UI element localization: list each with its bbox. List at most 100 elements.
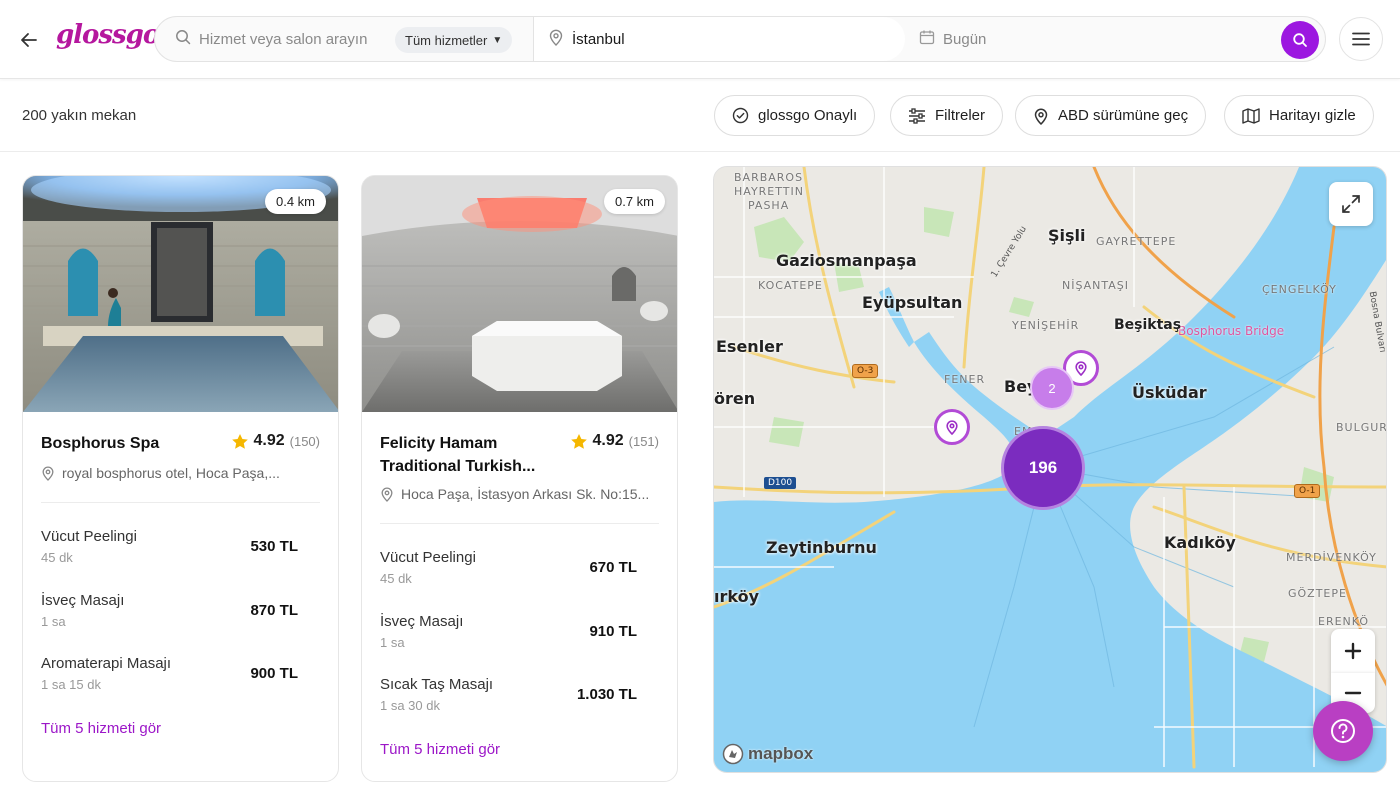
cluster-marker-large[interactable]: 196 (1001, 426, 1085, 510)
location-pin-icon (548, 28, 564, 51)
check-circle-icon (732, 107, 749, 124)
map-label: YENİŞEHİR (1012, 319, 1080, 332)
cluster-marker-small[interactable]: 2 (1030, 366, 1074, 410)
listing-name[interactable]: Felicity Hamam Traditional Turkish... (380, 432, 570, 478)
distance-badge: 0.4 km (264, 189, 326, 214)
rating-value: 4.92 (592, 432, 624, 449)
service-row[interactable]: İsveç Masajı 1 sa 870 TL (41, 592, 298, 636)
service-row[interactable]: Vücut Peelingi 45 dk 670 TL (380, 549, 637, 593)
road-shield: O-1 (1294, 484, 1321, 498)
map-label: Eyüpsultan (862, 293, 963, 312)
map-label: ırköy (714, 587, 760, 606)
location-pin-icon (946, 420, 958, 435)
region-switch-button[interactable]: ABD sürümüne geç (1015, 95, 1207, 136)
service-search-segment[interactable]: Hizmet veya salon arayın Tüm hizmetler ▼ (155, 17, 533, 61)
map-label: Beşiktaş (1114, 317, 1182, 333)
service-row[interactable]: İsveç Masajı 1 sa 910 TL (380, 613, 637, 657)
date-input[interactable]: Bugün (943, 31, 986, 48)
service-category-dropdown[interactable]: Tüm hizmetler ▼ (395, 27, 513, 53)
distance-badge: 0.7 km (603, 189, 665, 214)
hamburger-icon (1352, 32, 1370, 46)
search-button[interactable] (1281, 21, 1319, 59)
see-all-services-link[interactable]: Tüm 5 hizmeti gör (41, 720, 161, 737)
hide-map-button[interactable]: Haritayı gizle (1224, 95, 1374, 136)
fullscreen-button[interactable] (1329, 182, 1373, 226)
expand-icon (1342, 195, 1360, 213)
zoom-in-button[interactable] (1331, 629, 1375, 673)
map-label: GÖZTEPE (1288, 587, 1347, 600)
review-count: (151) (628, 433, 659, 449)
star-icon (570, 433, 587, 449)
service-price: 870 TL (250, 602, 298, 619)
mapbox-wordmark: mapbox (748, 744, 814, 763)
map-icon (1242, 107, 1260, 124)
see-all-services-link[interactable]: Tüm 5 hizmeti gör (380, 741, 500, 758)
rating: 4.92 (151) (570, 432, 659, 450)
verified-filter-button[interactable]: glossgo Onaylı (714, 95, 876, 136)
map-label: ERENKÖ (1318, 615, 1370, 628)
listing-name[interactable]: Bosphorus Spa (41, 432, 231, 455)
verified-label: glossgo Onaylı (758, 107, 858, 124)
divider (41, 502, 320, 503)
location-pin-icon (381, 487, 393, 502)
filters-button[interactable]: Filtreler (890, 95, 1004, 136)
venue-marker[interactable] (934, 409, 970, 445)
glossgo-logo[interactable]: glossgo (56, 20, 160, 50)
map-label: BULGUR (1336, 421, 1387, 434)
service-row[interactable]: Vücut Peelingi 45 dk 530 TL (41, 528, 298, 572)
search-input[interactable]: Hizmet veya salon arayın (199, 31, 367, 48)
mapbox-icon (722, 743, 744, 765)
location-pin-icon (1034, 108, 1048, 125)
map-label: MERDİVENKÖY (1286, 551, 1377, 564)
service-category-label: Tüm hizmetler (405, 32, 488, 48)
back-arrow-icon[interactable] (16, 27, 42, 53)
map-label: Üsküdar (1132, 383, 1207, 402)
location-input[interactable]: İstanbul (572, 31, 625, 48)
sliders-icon (909, 107, 925, 124)
listing-card[interactable]: 0.4 km Bosphorus Spa 4.92 (150) royal bo… (22, 175, 339, 782)
listing-card[interactable]: 0.7 km Felicity Hamam Traditional Turkis… (361, 175, 678, 782)
help-button[interactable] (1313, 701, 1373, 761)
review-count: (150) (289, 433, 320, 449)
service-price: 900 TL (250, 665, 298, 682)
results-toolbar: 200 yakın mekan glossgo Onaylı Filtreler… (0, 80, 1400, 152)
search-bar: Hizmet veya salon arayın Tüm hizmetler ▼ … (154, 16, 1326, 62)
map-label: Şişli (1048, 226, 1086, 245)
map-label: FENER (944, 373, 986, 386)
map-view[interactable]: BARBAROS HAYRETTIN PASHA Gaziosmanpaşa K… (713, 166, 1387, 773)
map-label: ören (714, 389, 756, 408)
address: royal bosphorus otel, Hoca Paşa,... (41, 465, 280, 481)
listing-photo[interactable]: 0.4 km (23, 176, 338, 412)
rating-value: 4.92 (253, 432, 285, 449)
map-label: GAYRETTEPE (1096, 235, 1177, 248)
location-segment[interactable]: İstanbul (533, 17, 905, 61)
date-segment[interactable]: Bugün (905, 17, 1325, 61)
calendar-icon (919, 29, 935, 50)
mapbox-logo[interactable]: mapbox (722, 743, 813, 765)
map-label: Gaziosmanpaşa (776, 251, 917, 270)
road-shield: D100 (764, 477, 797, 489)
minus-icon (1344, 691, 1362, 695)
map-label: PASHA (748, 199, 790, 212)
service-row[interactable]: Aromaterapi Masajı 1 sa 15 dk 900 TL (41, 655, 298, 699)
top-bar: glossgo Hizmet veya salon arayın Tüm hiz… (0, 0, 1400, 79)
service-price: 530 TL (250, 538, 298, 555)
result-count: 200 yakın mekan (22, 107, 137, 124)
map-label: Kadıköy (1164, 533, 1236, 552)
filters-label: Filtreler (935, 107, 986, 124)
service-price: 910 TL (589, 623, 637, 640)
listing-photo[interactable]: 0.7 km (362, 176, 677, 412)
service-row[interactable]: Sıcak Taş Masajı 1 sa 30 dk 1.030 TL (380, 676, 637, 720)
star-icon (231, 433, 248, 449)
divider (380, 523, 659, 524)
map-label: HAYRETTIN (734, 185, 804, 198)
hide-map-label: Haritayı gizle (1269, 107, 1356, 124)
map-label: Esenler (716, 337, 783, 356)
search-icon (175, 29, 191, 50)
question-icon (1331, 719, 1355, 743)
rating: 4.92 (150) (231, 432, 320, 450)
address-text: royal bosphorus otel, Hoca Paşa,... (62, 465, 280, 481)
road-shield: O-3 (852, 364, 879, 378)
hamburger-menu-button[interactable] (1339, 17, 1383, 61)
map-label: Bosphorus Bridge (1178, 324, 1285, 338)
